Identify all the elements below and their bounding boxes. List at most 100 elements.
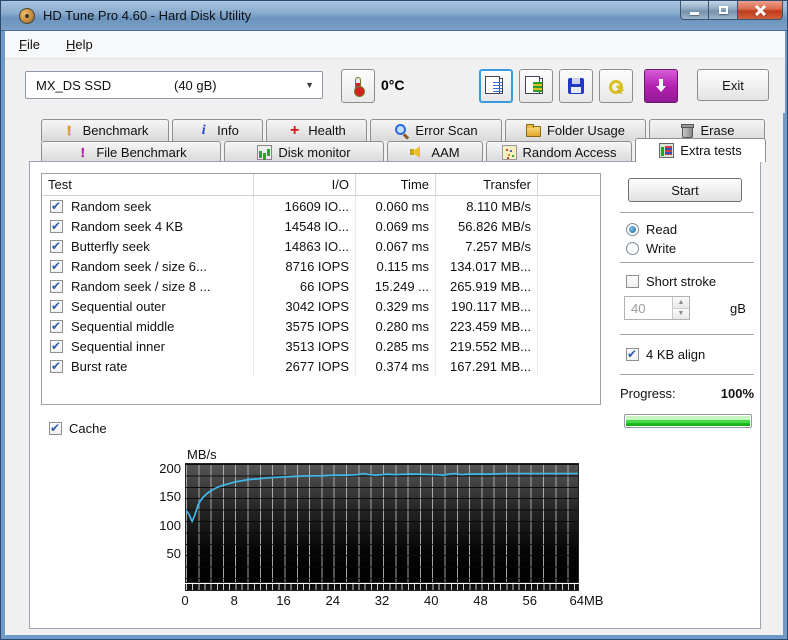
tab-health[interactable]: + Health xyxy=(266,119,367,141)
cell-filler xyxy=(538,196,600,216)
cell-io: 14548 IO... xyxy=(254,216,356,236)
row-checkbox[interactable] xyxy=(50,359,63,373)
table-row[interactable]: Butterfly seek 14863 IO...0.067 ms7.257 M… xyxy=(42,236,600,256)
row-checkbox[interactable] xyxy=(50,199,63,213)
tab-info[interactable]: i Info xyxy=(172,119,263,141)
start-button[interactable]: Start xyxy=(628,178,742,202)
table-row[interactable]: Random seek 16609 IO...0.060 ms8.110 MB/s xyxy=(42,196,600,216)
copy-text-button[interactable] xyxy=(479,69,513,103)
cache-checkbox[interactable] xyxy=(49,421,62,435)
cell-test: Random seek / size 6... xyxy=(42,256,254,276)
cell-io: 66 IOPS xyxy=(254,276,356,296)
row-checkbox[interactable] xyxy=(50,279,63,293)
close-button[interactable] xyxy=(737,1,783,20)
size-spinner[interactable]: 40 ▲ ▼ xyxy=(624,296,690,320)
tab-label: File Benchmark xyxy=(96,144,187,160)
short-stroke-option[interactable]: Short stroke xyxy=(626,274,716,289)
menu-item-help[interactable]: Help xyxy=(66,37,93,52)
tab-benchmark[interactable]: ! Benchmark xyxy=(41,119,169,141)
tab-file-benchmark[interactable]: ! File Benchmark xyxy=(41,141,221,162)
test-name: Random seek xyxy=(71,198,152,214)
copy-image-button[interactable] xyxy=(519,69,553,103)
save-floppy-icon xyxy=(568,78,584,94)
test-name: Butterfly seek xyxy=(71,238,150,254)
progress-value: 100% xyxy=(720,386,754,401)
tab-aam[interactable]: AAM xyxy=(387,141,483,162)
plot-area xyxy=(185,463,579,583)
transfer-rate-chart: MB/s 200 150 100 50 0 8 16 24 32 40 48 56 64MB xyxy=(157,442,657,612)
extra-tests-icon xyxy=(659,143,675,158)
table-row[interactable]: Random seek / size 8 ... 66 IOPS15.249 ..… xyxy=(42,276,600,296)
cell-time: 0.280 ms xyxy=(356,316,436,336)
write-radio[interactable] xyxy=(626,242,639,255)
x-tick-label: 8 xyxy=(230,593,238,608)
x-tick-label: 40 xyxy=(424,593,439,608)
table-row[interactable]: Random seek 4 KB 14548 IO...0.069 ms56.82… xyxy=(42,216,600,236)
cell-transfer: 265.919 MB... xyxy=(436,276,538,296)
maximize-button[interactable] xyxy=(709,1,737,20)
minimize-button[interactable] xyxy=(680,1,709,20)
row-checkbox[interactable] xyxy=(50,299,63,313)
close-icon xyxy=(755,5,766,16)
progress-bar xyxy=(624,414,752,428)
short-stroke-checkbox[interactable] xyxy=(626,275,639,288)
cell-test: Sequential outer xyxy=(42,296,254,316)
table-row[interactable]: Sequential inner 3513 IOPS0.285 ms219.552… xyxy=(42,336,600,356)
thermometer-icon xyxy=(354,77,365,97)
tab-label: Random Access xyxy=(522,144,617,160)
temperature-button[interactable] xyxy=(341,69,375,103)
tab-label: Health xyxy=(308,123,346,138)
save-screenshot-button[interactable] xyxy=(559,69,593,103)
align-checkbox[interactable] xyxy=(626,347,639,361)
cell-test: Sequential inner xyxy=(42,336,254,356)
toolbar: MX_DS SSD (40 gB) ▼ 0°C Exit xyxy=(5,59,785,113)
app-window: HD Tune Pro 4.60 - Hard Disk Utility Fil… xyxy=(0,0,788,640)
options-button[interactable] xyxy=(599,69,633,103)
cache-option[interactable]: Cache xyxy=(49,421,107,436)
tab-label: Extra tests xyxy=(680,143,742,158)
cell-time: 0.285 ms xyxy=(356,336,436,356)
cell-transfer: 190.117 MB... xyxy=(436,296,538,316)
table-row[interactable]: Burst rate 2677 IOPS0.374 ms167.291 MB... xyxy=(42,356,600,376)
file-benchmark-icon: ! xyxy=(80,144,86,160)
drive-select-dropdown[interactable]: MX_DS SSD (40 gB) ▼ xyxy=(25,71,323,99)
tab-disk-monitor[interactable]: Disk monitor xyxy=(224,141,384,162)
align-option[interactable]: 4 KB align xyxy=(626,347,705,362)
cell-io: 3042 IOPS xyxy=(254,296,356,316)
cell-io: 8716 IOPS xyxy=(254,256,356,276)
cell-io: 3513 IOPS xyxy=(254,336,356,356)
x-tick-label: 0 xyxy=(181,593,189,608)
cell-filler xyxy=(538,356,600,376)
table-row[interactable]: Sequential outer 3042 IOPS0.329 ms190.117… xyxy=(42,296,600,316)
tab-random-access[interactable]: Random Access xyxy=(486,141,632,162)
write-label: Write xyxy=(646,241,677,256)
header-time: Time xyxy=(356,174,436,195)
separator xyxy=(620,262,754,263)
row-checkbox[interactable] xyxy=(50,239,63,253)
write-option[interactable]: Write xyxy=(626,241,676,256)
table-row[interactable]: Sequential middle 3575 IOPS0.280 ms223.45… xyxy=(42,316,600,336)
tab-error-scan[interactable]: Error Scan xyxy=(370,119,502,141)
title-bar: HD Tune Pro 4.60 - Hard Disk Utility xyxy=(1,1,787,31)
tab-row-2: ! File Benchmark Disk monitor AAM Random Acc… xyxy=(41,138,766,162)
row-checkbox[interactable] xyxy=(50,259,63,273)
row-checkbox[interactable] xyxy=(50,219,63,233)
x-tick-label: 24 xyxy=(325,593,340,608)
cell-time: 0.060 ms xyxy=(356,196,436,216)
read-radio[interactable] xyxy=(626,223,639,236)
read-option[interactable]: Read xyxy=(626,222,677,237)
row-checkbox[interactable] xyxy=(50,339,63,353)
update-button[interactable] xyxy=(644,69,678,103)
row-checkbox[interactable] xyxy=(50,319,63,333)
exit-button[interactable]: Exit xyxy=(697,69,769,101)
cell-test: Random seek xyxy=(42,196,254,216)
tab-folder-usage[interactable]: Folder Usage xyxy=(505,119,646,141)
menu-bar: File Help xyxy=(5,31,785,59)
y-tick-label: 150 xyxy=(159,489,181,505)
tab-extra-tests[interactable]: Extra tests xyxy=(635,138,766,162)
table-row[interactable]: Random seek / size 6... 8716 IOPS0.115 ms… xyxy=(42,256,600,276)
y-tick-label: 50 xyxy=(166,546,181,562)
spinner-up-icon[interactable]: ▲ xyxy=(673,297,689,309)
spinner-down-icon[interactable]: ▼ xyxy=(673,308,689,319)
menu-item-file[interactable]: File xyxy=(19,37,40,52)
